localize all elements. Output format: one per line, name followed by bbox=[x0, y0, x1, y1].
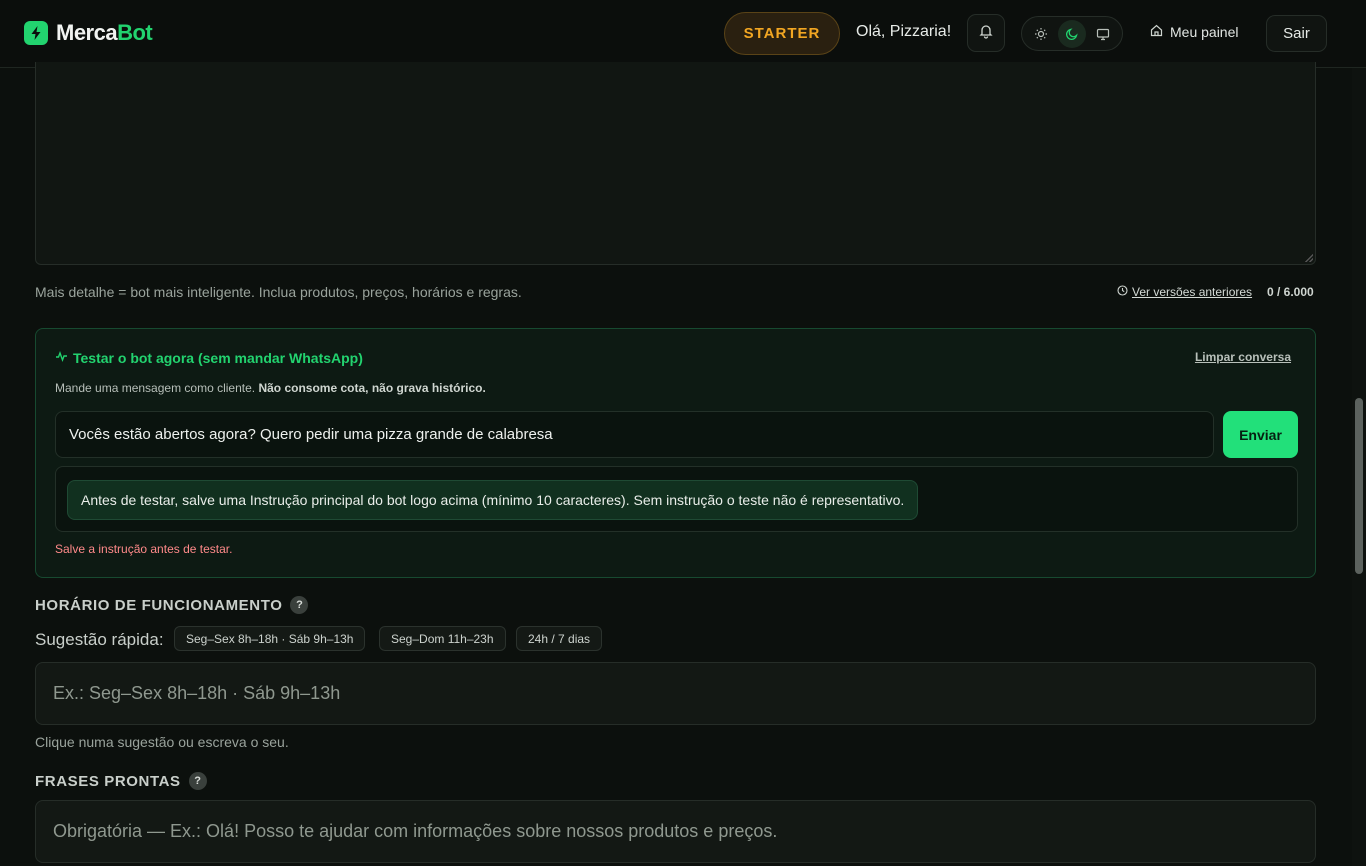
notifications-button[interactable] bbox=[967, 14, 1005, 52]
instruction-hint: Mais detalhe = bot mais inteligente. Inc… bbox=[35, 284, 522, 300]
plan-badge[interactable]: STARTER bbox=[724, 12, 840, 55]
hours-help-text: Clique numa sugestão ou escreva o seu. bbox=[35, 734, 289, 750]
scrollbar-thumb[interactable] bbox=[1355, 398, 1363, 574]
hours-input[interactable]: Ex.: Seg–Sex 8h–18h · Sáb 9h–13h bbox=[35, 662, 1316, 725]
subtitle-plain: Mande uma mensagem como cliente. bbox=[55, 381, 256, 395]
quick-suggestion-label: Sugestão rápida: bbox=[35, 630, 164, 649]
monitor-icon[interactable] bbox=[1089, 20, 1117, 48]
sun-icon[interactable] bbox=[1027, 20, 1055, 48]
test-message-input[interactable]: Vocês estão abertos agora? Quero pedir u… bbox=[55, 411, 1214, 458]
page-scrollbar[interactable] bbox=[1352, 68, 1366, 866]
moon-icon[interactable] bbox=[1057, 19, 1086, 48]
hours-chip-weekdays[interactable]: Seg–Sex 8h–18h · Sáb 9h–13h bbox=[174, 626, 366, 651]
save-instruction-error: Salve a instrução antes de testar. bbox=[55, 542, 233, 556]
hours-heading: HORÁRIO DE FUNCIONAMENTO ? bbox=[35, 596, 309, 614]
clock-icon bbox=[1117, 285, 1128, 299]
test-subtitle: Mande uma mensagem como cliente. Não con… bbox=[55, 381, 486, 395]
previous-versions-label: Ver versões anteriores bbox=[1132, 285, 1253, 299]
hours-chip-all-week[interactable]: Seg–Dom 11h–23h bbox=[379, 626, 506, 651]
test-title-label: Testar o bot agora (sem mandar WhatsApp) bbox=[73, 350, 363, 366]
logout-button[interactable]: Sair bbox=[1266, 15, 1327, 52]
send-button[interactable]: Enviar bbox=[1223, 411, 1298, 458]
greeting-text: Olá, Pizzaria! bbox=[856, 23, 952, 40]
clear-conversation-link[interactable]: Limpar conversa bbox=[1195, 350, 1291, 364]
my-panel-label: Meu painel bbox=[1170, 24, 1239, 40]
phrases-input[interactable]: Obrigatória — Ex.: Olá! Posso te ajudar … bbox=[35, 800, 1316, 863]
phrases-heading: FRASES PRONTAS ? bbox=[35, 772, 207, 790]
resize-handle[interactable] bbox=[1305, 254, 1313, 262]
brand-logo[interactable]: MercaBot bbox=[24, 20, 153, 46]
hours-chip-24-7[interactable]: 24h / 7 dias bbox=[516, 626, 603, 651]
my-panel-link[interactable]: Meu painel bbox=[1150, 24, 1239, 40]
bell-icon bbox=[978, 23, 994, 44]
test-bot-card: Testar o bot agora (sem mandar WhatsApp)… bbox=[35, 328, 1316, 578]
brand-name: MercaBot bbox=[56, 20, 153, 45]
test-card-title: Testar o bot agora (sem mandar WhatsApp) bbox=[55, 350, 363, 366]
phrases-heading-label: FRASES PRONTAS bbox=[35, 772, 181, 790]
test-chat-area: Antes de testar, salve uma Instrução pri… bbox=[55, 466, 1298, 532]
bot-reply-bubble: Antes de testar, salve uma Instrução pri… bbox=[67, 480, 919, 520]
main-instruction-textarea[interactable] bbox=[35, 62, 1316, 265]
previous-versions-link[interactable]: Ver versões anteriores bbox=[1117, 285, 1252, 299]
theme-switcher bbox=[1021, 16, 1123, 51]
subtitle-bold: Não consome cota, não grava histórico. bbox=[258, 381, 486, 395]
hours-heading-label: HORÁRIO DE FUNCIONAMENTO bbox=[35, 596, 283, 614]
help-icon[interactable]: ? bbox=[290, 596, 309, 614]
top-header: MercaBot STARTER Olá, Pizzaria! Meu pain… bbox=[0, 0, 1366, 68]
bolt-icon bbox=[24, 21, 48, 45]
help-icon[interactable]: ? bbox=[188, 772, 207, 790]
char-counter: 0 / 6.000 bbox=[1267, 285, 1314, 299]
pulse-icon bbox=[55, 350, 68, 366]
home-icon bbox=[1150, 24, 1163, 40]
